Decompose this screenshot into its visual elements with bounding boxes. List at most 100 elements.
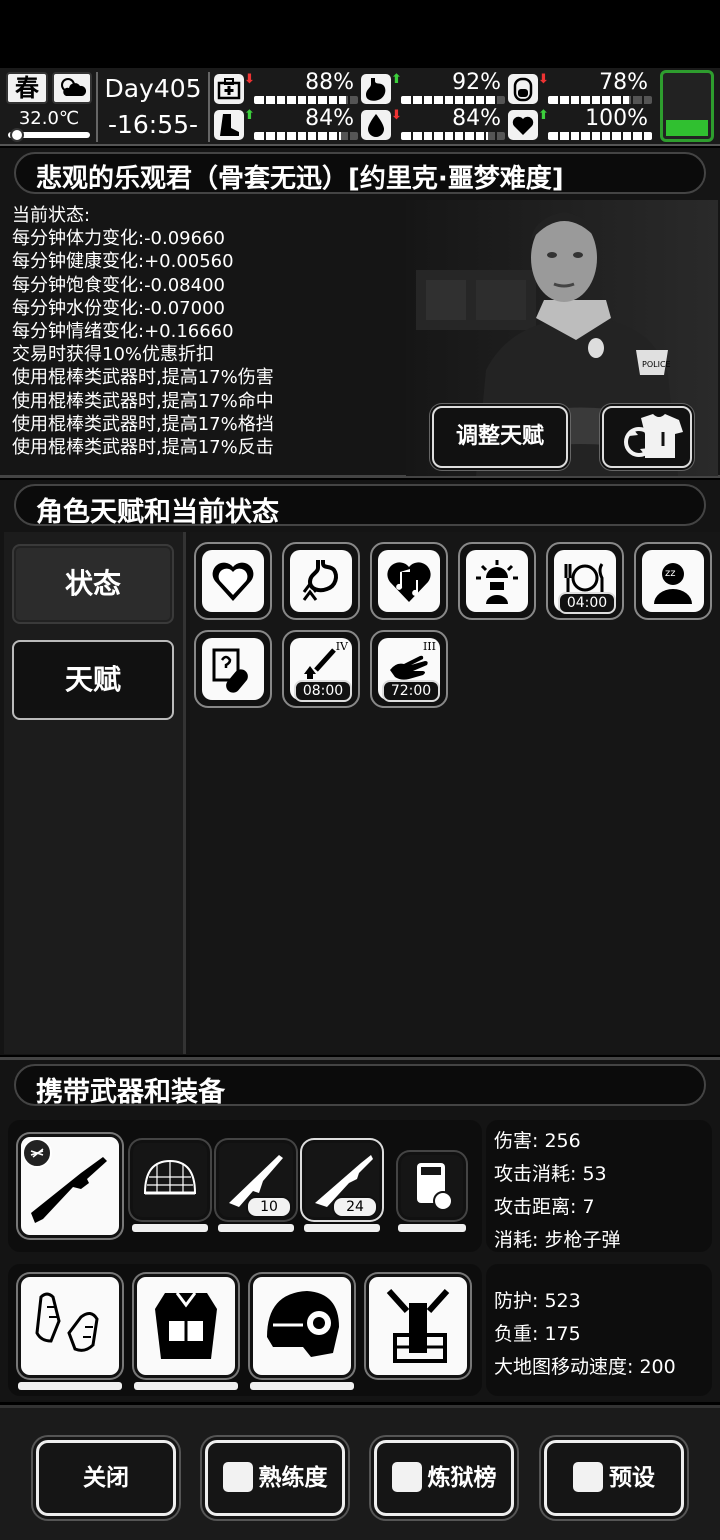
game-clock: -16:55- bbox=[107, 110, 199, 139]
mood-stat: ⬆ 100% bbox=[508, 106, 652, 142]
bladder-percent: 78% bbox=[599, 70, 648, 95]
bladder-icon bbox=[508, 74, 538, 104]
tab-status[interactable]: 状态 bbox=[12, 544, 174, 624]
boot-icon bbox=[214, 110, 244, 140]
syringe-boost-status-icon[interactable]: IV 08:00 bbox=[282, 630, 360, 708]
status-line: 使用棍棒类武器时,提高17%格挡 bbox=[12, 413, 274, 435]
primary-weapon-slot[interactable] bbox=[18, 1134, 122, 1238]
equipment-title-bar: 携带武器和装备 bbox=[14, 1064, 706, 1108]
stomach-icon bbox=[361, 74, 391, 104]
equipment-section: 携带武器和装备 10 24 伤害: 256 攻击消耗: 53 攻击距离: 7 消… bbox=[0, 1057, 720, 1402]
sleep-status-icon[interactable]: zz bbox=[634, 542, 712, 620]
top-status-bar: 春 32.0℃ Day405 -16:55- ⬇ 88% ⬆ 92% ⬇ 78% bbox=[0, 68, 720, 146]
body-armor-slot[interactable] bbox=[134, 1274, 238, 1378]
status-line: 每分钟体力变化:-0.09660 bbox=[12, 228, 225, 250]
banner-icon bbox=[391, 1461, 422, 1492]
character-title: 悲观的乐观君（骨套无迅）[约里克·噩梦难度] bbox=[36, 164, 564, 194]
syringe-timer: 08:00 bbox=[294, 680, 352, 702]
status-line: 使用棍棒类武器时,提高17%命中 bbox=[12, 390, 274, 412]
mood-percent: 100% bbox=[585, 106, 648, 131]
weapon-damage: 伤害: 256 bbox=[494, 1130, 581, 1152]
status-icon-grid: 04:00 zz IV 08:00 III 72:00 bbox=[190, 532, 720, 1054]
weather-icon bbox=[52, 72, 92, 104]
hunger-percent: 92% bbox=[452, 70, 501, 95]
health-bar bbox=[254, 96, 358, 104]
ranking-label: 炼狱榜 bbox=[427, 1465, 497, 1491]
gadget-durability-bar bbox=[398, 1224, 466, 1232]
hand-status-icon[interactable]: III 72:00 bbox=[370, 630, 448, 708]
character-title-bar: 悲观的乐观君（骨套无迅）[约里克·噩梦难度] bbox=[14, 152, 706, 194]
day-counter: Day405 bbox=[104, 74, 202, 103]
proficiency-button[interactable]: 熟练度 bbox=[205, 1440, 345, 1516]
armor-row bbox=[8, 1264, 482, 1396]
alarm-person-status-icon[interactable] bbox=[458, 542, 536, 620]
stamina-percent: 84% bbox=[305, 106, 354, 131]
heart-status-icon[interactable] bbox=[194, 542, 272, 620]
thirst-bar bbox=[401, 132, 505, 140]
meal-timer: 04:00 bbox=[558, 592, 616, 614]
head-armor-slot[interactable] bbox=[250, 1274, 354, 1378]
frame-backpack-icon bbox=[386, 1288, 450, 1363]
status-line: 使用棍棒类武器时,提高17%伤害 bbox=[12, 367, 274, 389]
weapon-range: 攻击距离: 7 bbox=[494, 1196, 595, 1218]
hands-slot[interactable] bbox=[18, 1274, 122, 1378]
proficiency-icon bbox=[222, 1461, 253, 1492]
backpack-slot[interactable] bbox=[366, 1274, 470, 1378]
status-heading: 当前状态: bbox=[12, 205, 91, 226]
bottom-action-bar: 关闭 熟练度 炼狱榜 预设 bbox=[0, 1405, 720, 1540]
combat-helmet-icon bbox=[267, 1291, 339, 1357]
battery-indicator bbox=[660, 70, 714, 142]
hand-timer: 72:00 bbox=[382, 680, 440, 702]
proficiency-label: 熟练度 bbox=[258, 1465, 328, 1491]
preset-label: 预设 bbox=[609, 1465, 655, 1491]
medkit-icon bbox=[214, 74, 244, 104]
music-heart-status-icon[interactable] bbox=[370, 542, 448, 620]
level-iii-label: III bbox=[422, 640, 436, 653]
battery-fill bbox=[666, 119, 708, 136]
flashlight-icon bbox=[417, 1163, 453, 1211]
talent-section-title-bar: 角色天赋和当前状态 bbox=[14, 484, 706, 528]
status-line: 每分钟饱食变化:-0.08400 bbox=[12, 274, 225, 296]
thirst-percent: 84% bbox=[452, 106, 501, 131]
gadget-slot[interactable] bbox=[398, 1152, 466, 1220]
world-move-speed: 大地图移动速度: 200 bbox=[494, 1356, 676, 1378]
weapon-ammo-type: 消耗: 步枪子弹 bbox=[494, 1229, 621, 1251]
status-effects-list: 当前状态: 每分钟体力变化:-0.09660 每分钟健康变化:+0.00560 … bbox=[12, 204, 274, 459]
meal-status-icon[interactable]: 04:00 bbox=[546, 542, 624, 620]
body-durability-bar bbox=[134, 1382, 238, 1390]
preset-button[interactable]: 预设 bbox=[544, 1440, 684, 1516]
helmet-net-slot[interactable] bbox=[130, 1140, 210, 1220]
stamina-stat: ⬆ 84% bbox=[214, 106, 358, 142]
close-button[interactable]: 关闭 bbox=[36, 1440, 176, 1516]
level-iv-label: IV bbox=[335, 640, 348, 653]
status-line: 每分钟健康变化:+0.00560 bbox=[12, 251, 234, 273]
status-line: 每分钟情绪变化:+0.16660 bbox=[12, 321, 234, 343]
section-tabs: 状态 天赋 bbox=[4, 532, 186, 1054]
stomach-up-status-icon[interactable] bbox=[282, 542, 360, 620]
medicine-status-icon[interactable] bbox=[194, 630, 272, 708]
download-box-icon bbox=[573, 1461, 603, 1492]
ranking-button[interactable]: 炼狱榜 bbox=[374, 1440, 514, 1516]
armor-protection: 防护: 523 bbox=[494, 1290, 581, 1312]
head-durability-bar bbox=[250, 1382, 354, 1390]
mood-bar bbox=[548, 132, 652, 140]
armor-stats-panel: 防护: 523 负重: 175 大地图移动速度: 200 bbox=[486, 1264, 712, 1396]
temperature-bar bbox=[8, 128, 90, 142]
heart-icon bbox=[508, 110, 538, 140]
bladder-stat: ⬇ 78% bbox=[508, 70, 652, 106]
thirst-stat: ⬇ 84% bbox=[361, 106, 505, 142]
tactical-vest-icon bbox=[155, 1292, 217, 1359]
talent-section-title: 角色天赋和当前状态 bbox=[36, 497, 279, 528]
hunger-stat: ⬆ 92% bbox=[361, 70, 505, 106]
tab-talent[interactable]: 天赋 bbox=[12, 640, 174, 720]
mesh-helmet-icon bbox=[143, 1159, 197, 1195]
gauntlet-icon bbox=[35, 1292, 99, 1352]
health-stat: ⬇ 88% bbox=[214, 70, 358, 106]
hunger-bar bbox=[401, 96, 505, 104]
armor-carry-weight: 负重: 175 bbox=[494, 1323, 581, 1345]
adjust-talent-button[interactable]: 调整天赋 bbox=[432, 406, 568, 468]
change-outfit-button[interactable] bbox=[602, 406, 692, 468]
hands-durability-bar bbox=[18, 1382, 122, 1390]
weapon-row: 10 24 bbox=[8, 1120, 482, 1252]
stamina-bar bbox=[254, 132, 358, 140]
